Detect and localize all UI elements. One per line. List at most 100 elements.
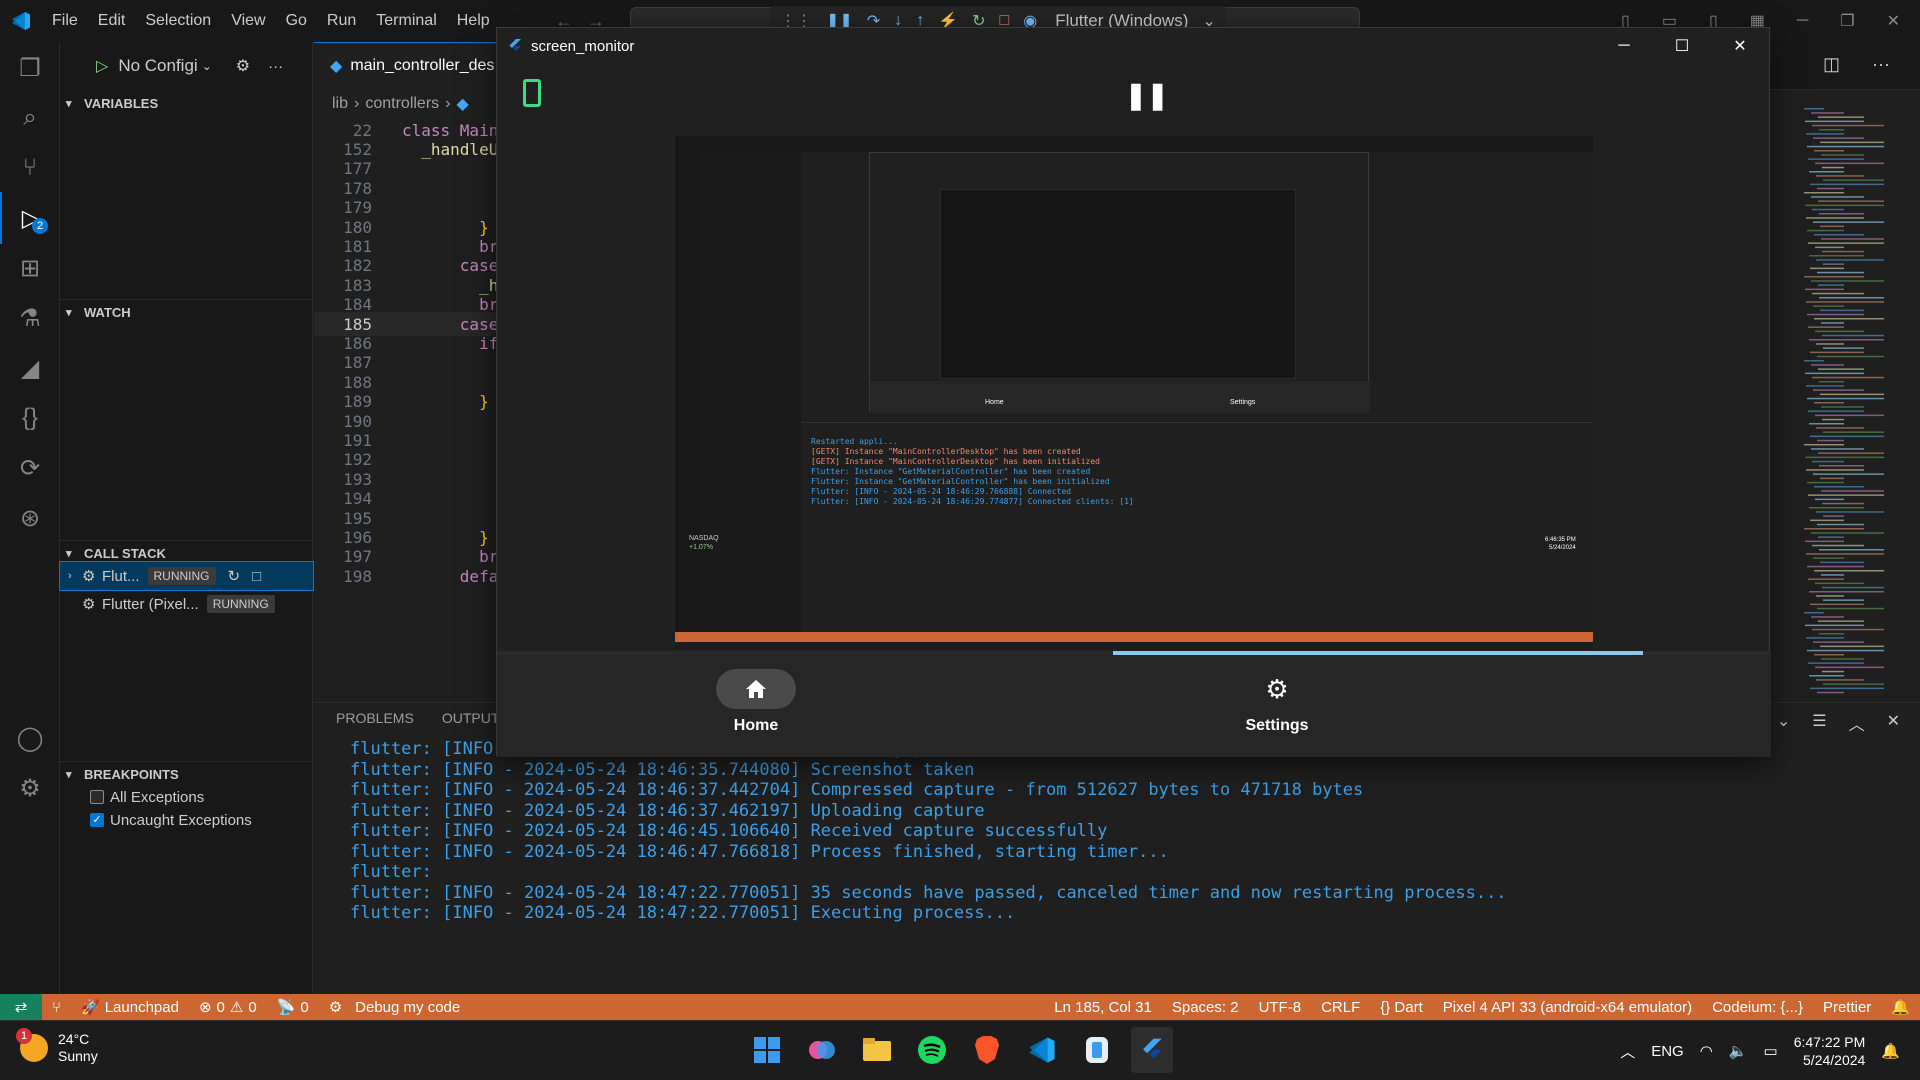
preview-sidebar (701, 152, 801, 632)
explorer-icon[interactable]: ❐ (0, 42, 60, 94)
brave-icon[interactable] (966, 1027, 1008, 1073)
menu-item-edit[interactable]: Edit (88, 0, 136, 42)
flutter-window-titlebar: screen_monitor (497, 28, 1769, 64)
menu-item-view[interactable]: View (221, 0, 275, 42)
restore-icon[interactable]: ❐ (1840, 11, 1854, 31)
minimize-icon[interactable]: ─ (1595, 28, 1653, 64)
variables-header[interactable]: ▾ VARIABLES (60, 90, 313, 116)
preview-log-line: Restarted appli... (811, 437, 898, 446)
ports-count: 0 (300, 998, 309, 1016)
preview-ticker-change: +1.07% (689, 544, 713, 551)
screenshot-preview: Restarted appli... [GETX] Instance "MainC… (675, 136, 1593, 649)
extensions-icon[interactable]: ⊞ (0, 242, 60, 294)
copilot-icon[interactable] (801, 1027, 843, 1073)
start-icon[interactable] (746, 1027, 788, 1073)
problems-indicator[interactable]: ⊗ 0 ⚠ 0 (189, 998, 267, 1017)
remote-icon[interactable]: ⊛ (0, 492, 60, 544)
battery-icon[interactable]: ▭ (1764, 1042, 1778, 1060)
ports-indicator[interactable]: 📡 0 (267, 998, 319, 1017)
menu-item-run[interactable]: Run (317, 0, 366, 42)
menu-item-selection[interactable]: Selection (135, 0, 221, 42)
git-graph-icon[interactable]: ⟳ (0, 442, 60, 494)
status-item[interactable]: Prettier (1813, 999, 1881, 1016)
code-line[interactable]: 198 defa (314, 564, 498, 588)
run-debug-icon[interactable]: ▷ 2 (0, 192, 60, 244)
breadcrumb-item[interactable]: controllers (365, 95, 439, 113)
close-icon[interactable]: ✕ (1887, 11, 1900, 31)
file-explorer-icon[interactable] (856, 1027, 898, 1073)
status-item[interactable]: {} Dart (1370, 999, 1433, 1016)
tab-problems[interactable]: PROBLEMS (336, 710, 414, 726)
chevron-down-icon[interactable]: ⌄ (202, 59, 212, 73)
editor-tab[interactable]: ◆ main_controller_des (314, 41, 511, 90)
breadcrumb-item[interactable]: lib (332, 95, 348, 113)
more-actions-icon[interactable]: ··· (1872, 54, 1890, 75)
manage-gear-icon[interactable]: ⚙ (0, 762, 60, 814)
status-item[interactable]: Codeium: {...} (1702, 999, 1813, 1016)
restart-icon[interactable]: ↻ (228, 567, 241, 585)
minimap[interactable] (1800, 108, 1920, 703)
minimize-icon[interactable]: ─ (1797, 12, 1808, 30)
flutter-icon[interactable]: ◢ (0, 342, 60, 394)
more-actions-icon[interactable]: ··· (268, 58, 283, 75)
volume-icon[interactable]: 🔈 (1729, 1042, 1748, 1060)
debug-sidebar: ▷ No Configi ⌄ ⚙ ··· ▾ VARIABLES ▾ WATCH… (59, 42, 314, 994)
nav-home[interactable]: Home (676, 669, 836, 735)
menu-item-terminal[interactable]: Terminal (366, 0, 446, 42)
search-icon[interactable]: ⌕ (0, 92, 60, 144)
close-panel-icon[interactable]: ✕ (1887, 711, 1900, 735)
flutter-app-icon[interactable] (1131, 1027, 1173, 1073)
close-icon[interactable]: ✕ (1711, 28, 1769, 64)
status-item[interactable]: Ln 185, Col 31 (1044, 999, 1162, 1016)
system-tray: ︿ ENG ◠ 🔈 ▭ 6:47:22 PM 5/24/2024 🔔 (1620, 1021, 1900, 1080)
split-editor-icon[interactable]: ◫ (1823, 54, 1840, 75)
debug-indicator[interactable]: ⚙ Debug my code (319, 998, 471, 1017)
nav-settings[interactable]: ⚙ Settings (1197, 669, 1357, 735)
flutter-logo-icon (509, 39, 521, 51)
vscode-logo-icon[interactable] (0, 0, 42, 42)
status-bar: ⇄ ⑂ 🚀 Launchpad ⊗ 0 ⚠ 0 📡 0 ⚙ Debug my code… (0, 994, 1920, 1020)
menu-item-file[interactable]: File (42, 0, 88, 42)
status-item[interactable]: UTF-8 (1249, 999, 1312, 1016)
tab-output[interactable]: OUTPUT (442, 710, 500, 726)
stop-icon[interactable]: □ (252, 568, 261, 585)
git-branch-icon[interactable]: ⑂ (42, 999, 71, 1016)
maximize-panel-icon[interactable]: ︿ (1849, 711, 1865, 735)
clear-output-icon[interactable]: ☰ (1812, 711, 1826, 735)
menu-item-go[interactable]: Go (276, 0, 317, 42)
checkbox-checked[interactable]: ✓ (90, 813, 104, 827)
notifications-icon[interactable]: 🔔 (1881, 998, 1920, 1016)
chevron-down-icon[interactable]: ⌄ (1777, 711, 1790, 735)
remote-indicator-icon[interactable]: ⇄ (0, 994, 42, 1020)
weather-widget[interactable]: 1 24°C Sunny (16, 1028, 98, 1065)
watch-header[interactable]: ▾ WATCH (60, 299, 313, 325)
vscode-icon[interactable] (1021, 1027, 1063, 1073)
account-icon[interactable]: ◯ (0, 712, 60, 764)
checkbox[interactable] (90, 790, 104, 804)
clock[interactable]: 6:47:22 PM 5/24/2024 (1794, 1033, 1866, 1069)
notification-bell-icon[interactable]: 🔔 (1881, 1042, 1900, 1060)
status-item[interactable]: Pixel 4 API 33 (android-x64 emulator) (1433, 999, 1702, 1016)
breakpoint-uncaught-exceptions[interactable]: ✓ Uncaught Exceptions (90, 807, 252, 833)
emulator-icon[interactable] (1076, 1027, 1118, 1073)
testing-icon[interactable]: ⚗ (0, 292, 60, 344)
preview-clock: 6:46:35 PM 5/24/2024 (1545, 536, 1576, 552)
callstack-item[interactable]: › ⚙ Flut... RUNNING ↻ □ (59, 561, 314, 591)
pause-icon[interactable]: ❚❚ (1125, 80, 1169, 111)
callstack-item[interactable]: ⚙ Flutter (Pixel... RUNNING (60, 590, 313, 618)
start-debug-icon[interactable]: ▷ (96, 56, 108, 76)
status-badge: RUNNING (206, 595, 275, 613)
chevron-up-icon[interactable]: ︿ (1620, 1041, 1635, 1062)
run-config-select[interactable]: No Configi (118, 56, 197, 76)
wifi-icon[interactable]: ◠ (1700, 1042, 1713, 1060)
launchpad-button[interactable]: 🚀 Launchpad (71, 998, 189, 1017)
language-indicator[interactable]: ENG (1651, 1043, 1684, 1060)
menu-item-help[interactable]: Help (447, 0, 500, 42)
source-control-icon[interactable]: ⑂ (0, 142, 60, 194)
status-item[interactable]: Spaces: 2 (1162, 999, 1249, 1016)
maximize-icon[interactable]: ☐ (1653, 28, 1711, 64)
status-item[interactable]: CRLF (1311, 999, 1370, 1016)
gear-icon[interactable]: ⚙ (236, 56, 250, 76)
json-icon[interactable]: {} (0, 392, 60, 444)
spotify-icon[interactable] (911, 1027, 953, 1073)
